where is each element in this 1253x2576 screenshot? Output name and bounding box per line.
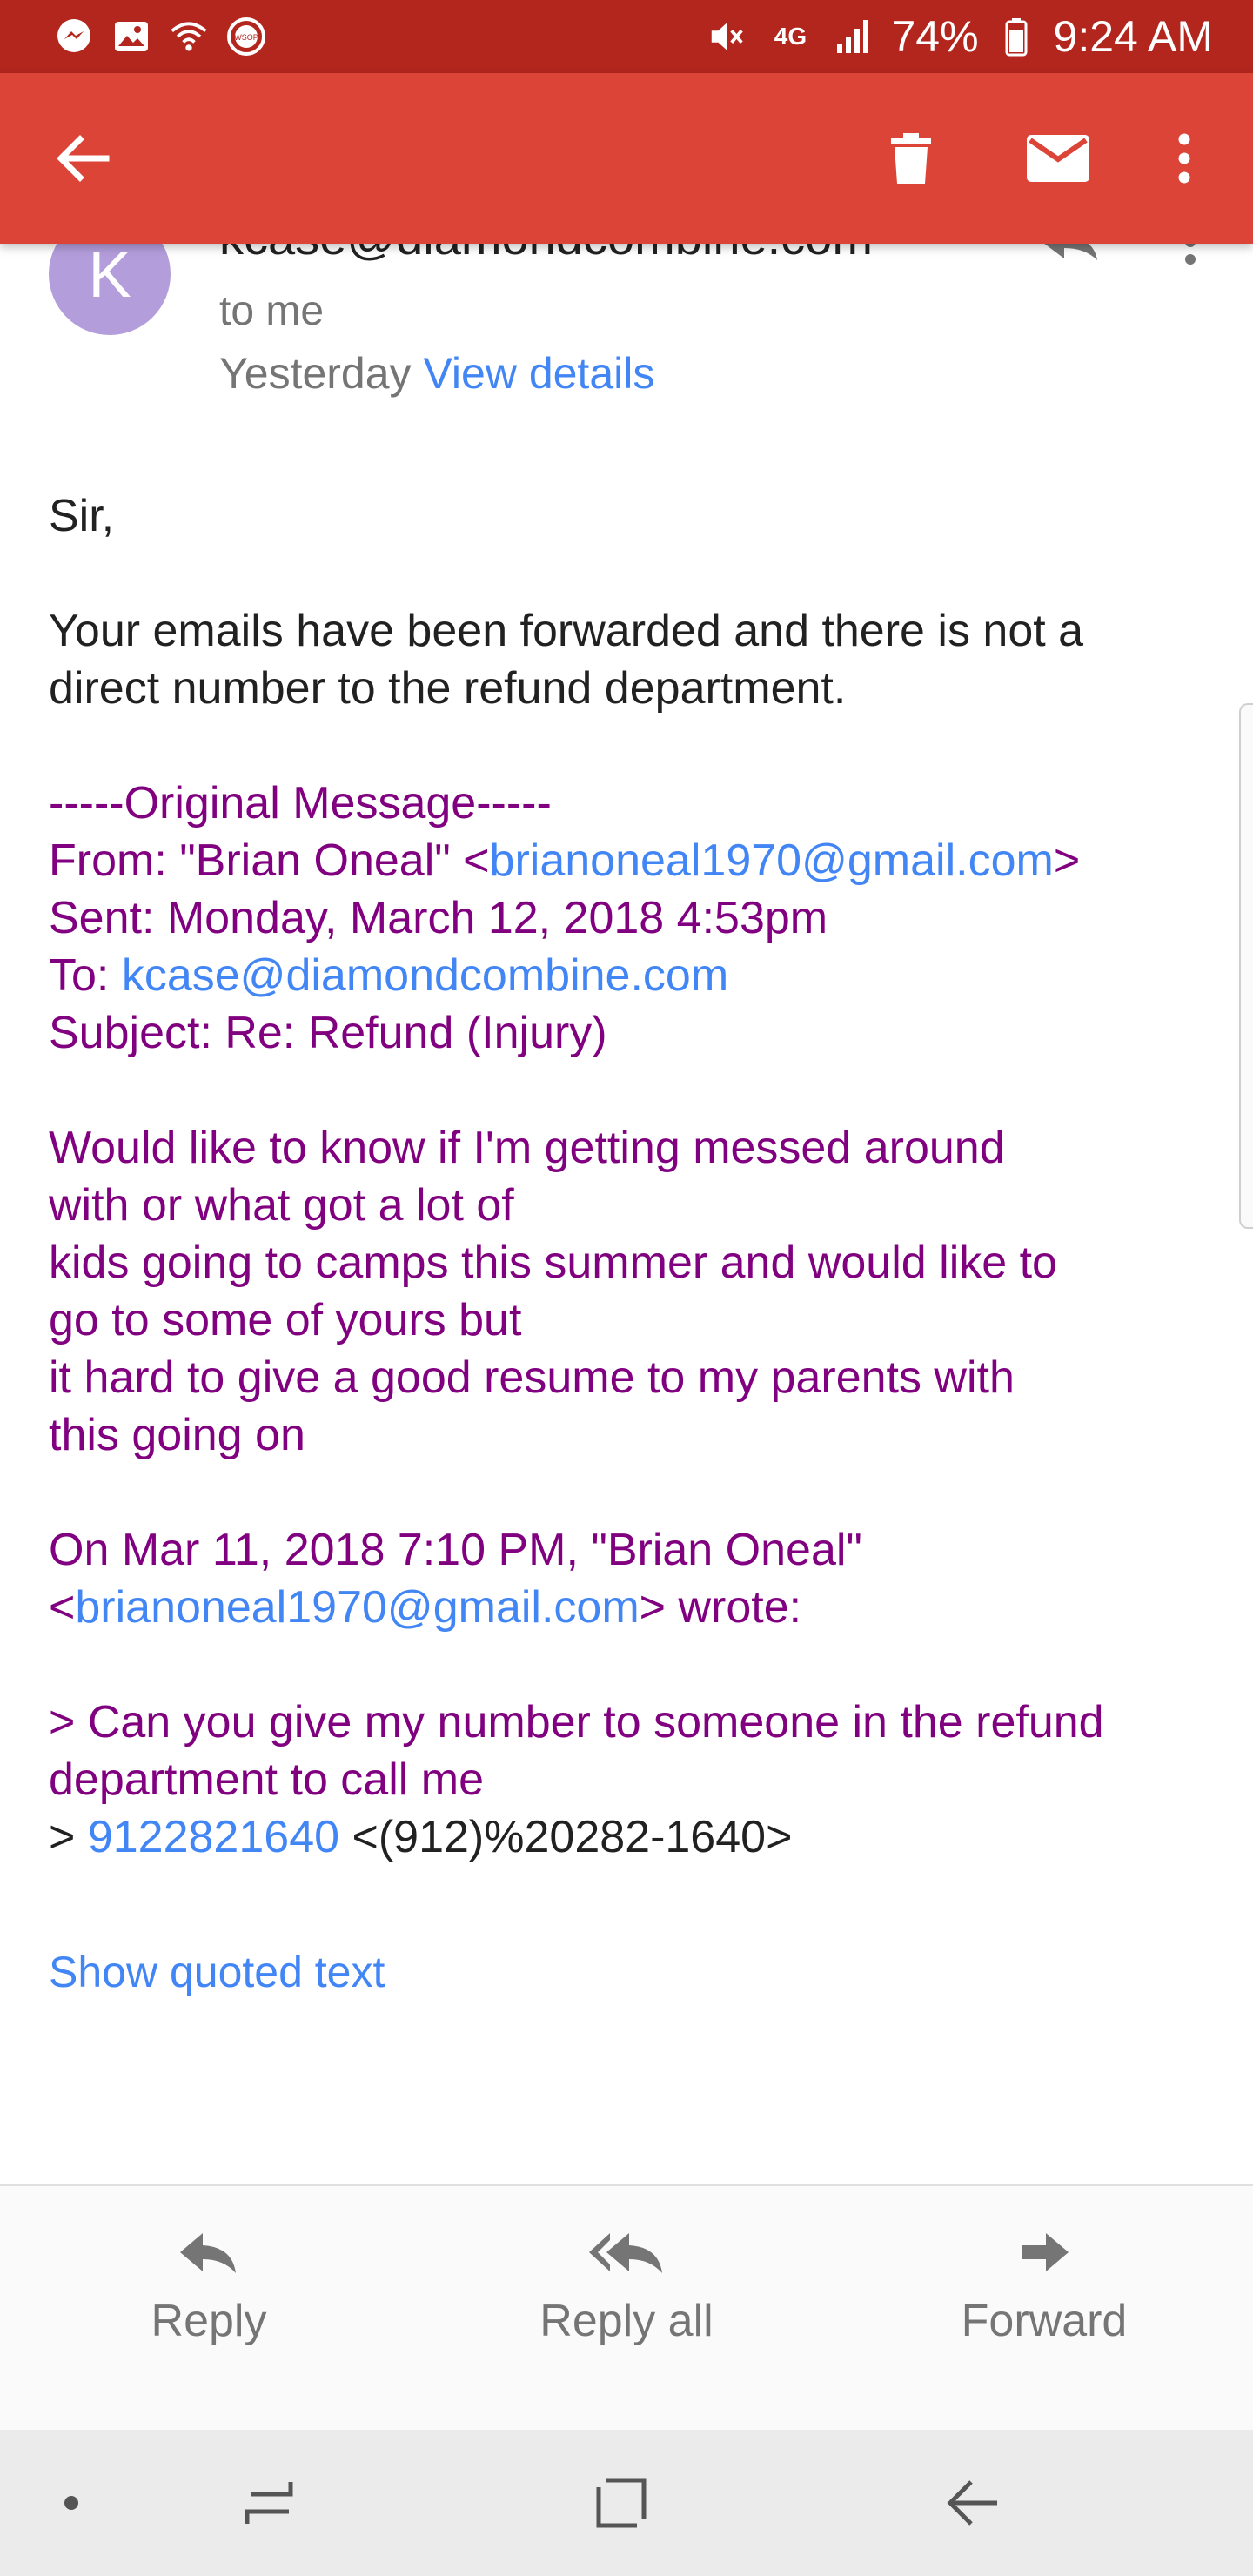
date-row: Yesterday View details [219,348,654,399]
status-right: 4G 74% 9:24 AM [707,11,1213,62]
quoted-line: > Can you give my number to someone in t… [49,1697,1104,1748]
recipient-label[interactable]: to me [219,287,324,335]
original-message-header: -----Original Message----- [49,778,552,828]
more-vert-icon[interactable] [1176,132,1192,184]
back-icon[interactable] [945,2475,1001,2531]
reply-button[interactable]: Reply [0,2186,418,2430]
signal-icon [834,17,874,57]
nav-dot-icon[interactable] [63,2494,80,2512]
phone-line: > 9122821640 <(912)%20282-1640> [49,1812,793,1862]
trash-icon[interactable] [889,131,933,185]
scrollbar[interactable] [1239,703,1253,1229]
mail-icon[interactable] [1027,135,1089,182]
reply-label: Reply [151,2296,267,2346]
4g-icon: 4G [774,23,807,50]
messenger-icon [54,17,94,57]
reply-icon [178,2230,239,2279]
quoted-line: kids going to camps this summer and woul… [49,1238,1057,1288]
reply-all-icon [587,2230,666,2279]
quoted-line: department to call me [49,1754,485,1805]
battery-icon [996,17,1036,57]
wifi-icon [169,17,209,57]
image-icon [111,17,151,57]
battery-percent: 74% [891,12,979,61]
quoted-line: with or what got a lot of [49,1180,514,1231]
app-bar [0,73,1253,244]
sent-line: Sent: Monday, March 12, 2018 4:53pm [49,893,828,943]
forward-label: Forward [961,2296,1128,2346]
email-link[interactable]: brianoneal1970@gmail.com [75,1582,639,1633]
to-line: To: kcase@diamondcombine.com [49,950,729,1001]
date: Yesterday [219,349,412,398]
message-body: Sir, Your emails have been forwarded and… [49,487,1215,1866]
on-date-line: On Mar 11, 2018 7:10 PM, "Brian Oneal" [49,1525,862,1575]
show-quoted-text-link[interactable]: Show quoted text [49,1947,385,1997]
wrote-line: <brianoneal1970@gmail.com> wrote: [49,1582,802,1633]
svg-text:WSOP: WSOP [234,33,258,42]
reply-all-button[interactable]: Reply all [418,2186,835,2430]
mute-icon [707,17,747,57]
home-icon[interactable] [593,2475,649,2531]
phone-link[interactable]: 9122821640 [88,1812,339,1862]
from-line: From: "Brian Oneal" <brianoneal1970@gmai… [49,835,1081,886]
quoted-line: this going on [49,1410,305,1460]
quoted-line: Would like to know if I'm getting messed… [49,1123,1005,1173]
forward-icon [1018,2230,1070,2279]
clock: 9:24 AM [1053,12,1213,61]
wsop-icon: WSOP [226,17,266,57]
email-link[interactable]: brianoneal1970@gmail.com [490,835,1054,886]
body-line: Your emails have been forwarded and ther… [49,606,1084,656]
greeting: Sir, [49,491,115,541]
subject-line: Subject: Re: Refund (Injury) [49,1008,607,1058]
reply-all-label: Reply all [539,2296,714,2346]
status-left: WSOP [54,17,266,57]
action-bar: Reply Reply all Forward [0,2186,1253,2430]
view-details-link[interactable]: View details [423,349,654,398]
body-line: direct number to the refund department. [49,663,847,714]
status-bar: WSOP 4G 74% 9:24 AM [0,0,1253,73]
quoted-line: go to some of yours but [49,1295,522,1345]
quoted-line: it hard to give a good resume to my pare… [49,1352,1015,1403]
email-link[interactable]: kcase@diamondcombine.com [122,950,728,1001]
back-arrow-icon[interactable] [54,134,110,183]
forward-button[interactable]: Forward [835,2186,1253,2430]
navigation-bar [0,2430,1253,2576]
recents-icon[interactable] [242,2475,298,2531]
avatar-letter: K [88,238,131,311]
